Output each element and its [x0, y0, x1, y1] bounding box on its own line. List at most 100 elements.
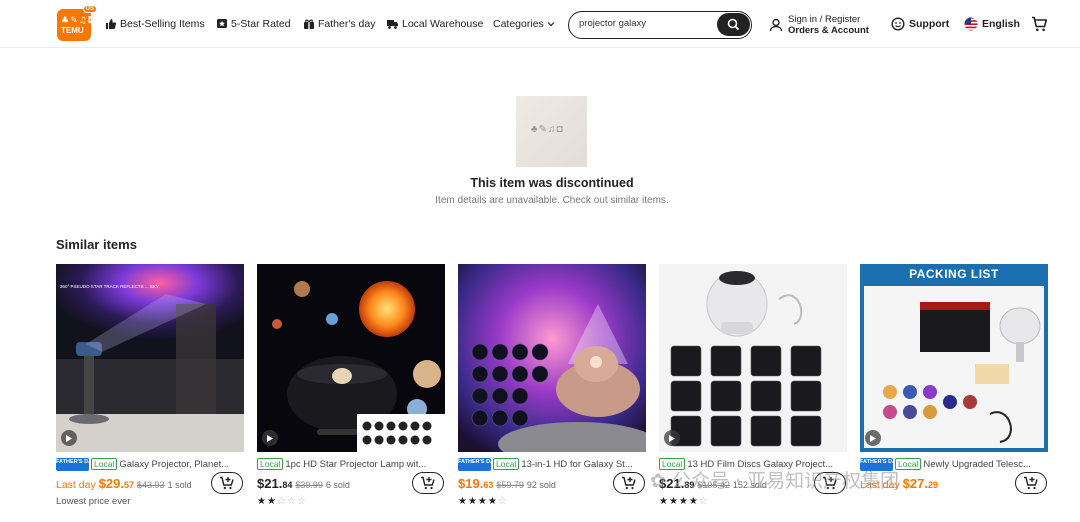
- search-button[interactable]: [717, 13, 750, 36]
- product-title: 1pc HD Star Projector Lamp wit...: [285, 458, 427, 470]
- cart-icon: [1032, 16, 1048, 32]
- account-menu[interactable]: Sign in / Register Orders & Account: [769, 14, 869, 36]
- play-video-icon[interactable]: [865, 430, 881, 446]
- local-badge: Local: [257, 458, 284, 470]
- cart-button[interactable]: [1031, 16, 1048, 37]
- star-badge-icon: [217, 19, 227, 28]
- price-main: $21.: [257, 476, 283, 491]
- product-image[interactable]: [257, 264, 445, 452]
- product-title: 13-in-1 HD for Galaxy St...: [521, 458, 633, 470]
- price-main: $27.: [902, 476, 929, 491]
- sign-in-label: Sign in / Register: [788, 14, 861, 25]
- product-title-row[interactable]: FATHER'S DAY Local 13-in-1 HD for Galaxy…: [458, 457, 646, 471]
- discontinued-title: This item was discontinued: [470, 176, 634, 190]
- fathers-day-badge: FATHER'S DAY: [458, 457, 497, 471]
- star-rating: ★★☆☆☆: [257, 496, 307, 507]
- product-image[interactable]: PACKING LIST: [860, 264, 1048, 452]
- temu-logo[interactable]: ♣✎♫◘ TEMU US: [57, 5, 97, 41]
- discontinued-placeholder-image: ♣✎♫◘: [516, 96, 587, 167]
- price-cents: 84: [282, 480, 293, 490]
- nav-label: 5-Star Rated: [231, 18, 291, 30]
- price-row: $21.84 $39.99 6 sold: [257, 476, 417, 492]
- sold-count: 92 sold: [526, 480, 556, 490]
- star-rating: ★★★★☆: [659, 496, 709, 507]
- similar-items-heading: Similar items: [56, 237, 137, 252]
- sold-count: 6 sold: [325, 480, 350, 490]
- nav-categories[interactable]: Categories: [493, 18, 555, 30]
- search-icon: [727, 18, 740, 31]
- language-label: English: [982, 18, 1020, 30]
- star-rating: ★★★★☆: [458, 496, 508, 507]
- product-image[interactable]: 360° PSEUDO STAR TRACK REFLECTS ... SKY: [56, 264, 244, 452]
- gift-icon: [304, 19, 314, 29]
- original-price: $39.99: [295, 480, 323, 490]
- truck-icon: [387, 20, 398, 29]
- price: $21.84: [257, 476, 292, 491]
- price-main: $19.: [458, 476, 484, 491]
- product-title-row[interactable]: Local 1pc HD Star Projector Lamp wit...: [257, 457, 445, 471]
- play-video-icon[interactable]: [262, 430, 278, 446]
- price-cents: 29: [928, 480, 939, 490]
- add-cart-icon: [1024, 476, 1038, 490]
- add-cart-icon: [421, 476, 435, 490]
- add-to-cart-button[interactable]: [211, 472, 243, 494]
- nav-label: Father's day: [318, 18, 376, 30]
- local-badge: Local: [91, 458, 118, 470]
- support-label: Support: [909, 18, 950, 30]
- sold-count: 1 sold: [167, 480, 192, 490]
- us-flag-icon: [964, 17, 978, 31]
- product-card[interactable]: FATHER'S DAY Local 13-in-1 HD for Galaxy…: [458, 264, 646, 522]
- search-input[interactable]: [579, 18, 709, 29]
- original-price: $43.93: [137, 480, 165, 490]
- price-row: $19.63 $59.79 92 sold: [458, 476, 618, 492]
- placeholder-glyphs: ♣✎♫◘: [531, 124, 564, 135]
- svg-text:360° PSEUDO STAR TRACK REFLEC: 360° PSEUDO STAR TRACK REFLECTS ... SKY: [60, 284, 159, 289]
- original-price: $59.79: [496, 480, 524, 490]
- logo-glyphs: ♣✎♫◘: [61, 16, 96, 26]
- nav-fathers-day[interactable]: Father's day: [303, 18, 375, 30]
- product-card[interactable]: Local 1pc HD Star Projector Lamp wit... …: [257, 264, 445, 522]
- discontinued-subtitle: Item details are unavailable. Check out …: [435, 195, 669, 206]
- nav-five-star[interactable]: 5-Star Rated: [216, 18, 291, 30]
- price-row: Last day $29.57 $43.93 1 sold: [56, 476, 216, 492]
- language-selector[interactable]: English: [964, 17, 1020, 31]
- watermark: ✿ 公众号 · 亚易知识产权集团: [650, 470, 900, 492]
- play-video-icon[interactable]: [664, 430, 680, 446]
- local-badge: Local: [493, 458, 520, 470]
- orders-account-label: Orders & Account: [788, 25, 869, 36]
- price-cents: 57: [124, 480, 135, 490]
- add-to-cart-button[interactable]: [613, 472, 645, 494]
- support-link[interactable]: Support: [891, 17, 949, 31]
- price-label: Last day: [56, 479, 96, 491]
- logo-text: TEMU: [61, 26, 84, 35]
- add-cart-icon: [622, 476, 636, 490]
- price: $29.57: [99, 476, 134, 491]
- fathers-day-badge: FATHER'S DAY: [56, 457, 95, 471]
- top-header: ♣✎♫◘ TEMU US Best-Selling Items 5-Star R…: [0, 0, 1080, 48]
- product-title: Newly Upgraded Telesc...: [923, 458, 1031, 470]
- support-icon: [891, 17, 905, 31]
- thumbs-up-icon: [106, 19, 117, 29]
- region-badge: US: [82, 5, 97, 13]
- play-video-icon[interactable]: [61, 430, 77, 446]
- price-cents: 63: [483, 480, 494, 490]
- price: $27.29: [903, 476, 938, 491]
- add-to-cart-button[interactable]: [1015, 472, 1047, 494]
- packing-list-label: PACKING LIST: [909, 267, 999, 281]
- search-bar: [568, 11, 752, 39]
- product-image[interactable]: [659, 264, 847, 452]
- product-image[interactable]: [458, 264, 646, 452]
- product-card[interactable]: 360° PSEUDO STAR TRACK REFLECTS ... SKY …: [56, 264, 244, 522]
- user-icon: [769, 18, 783, 32]
- add-cart-icon: [220, 476, 234, 490]
- nav-best-selling[interactable]: Best-Selling Items: [105, 18, 205, 30]
- product-title: Galaxy Projector, Planet...: [119, 458, 230, 470]
- add-to-cart-button[interactable]: [412, 472, 444, 494]
- product-title-row[interactable]: FATHER'S DAY Local Galaxy Projector, Pla…: [56, 457, 244, 471]
- nav-label: Best-Selling Items: [120, 18, 205, 30]
- nav-label: Local Warehouse: [402, 18, 484, 30]
- price-main: $29.: [98, 476, 125, 491]
- nav-label: Categories: [493, 18, 544, 30]
- chevron-down-icon: [547, 22, 555, 27]
- nav-local-warehouse[interactable]: Local Warehouse: [386, 18, 483, 30]
